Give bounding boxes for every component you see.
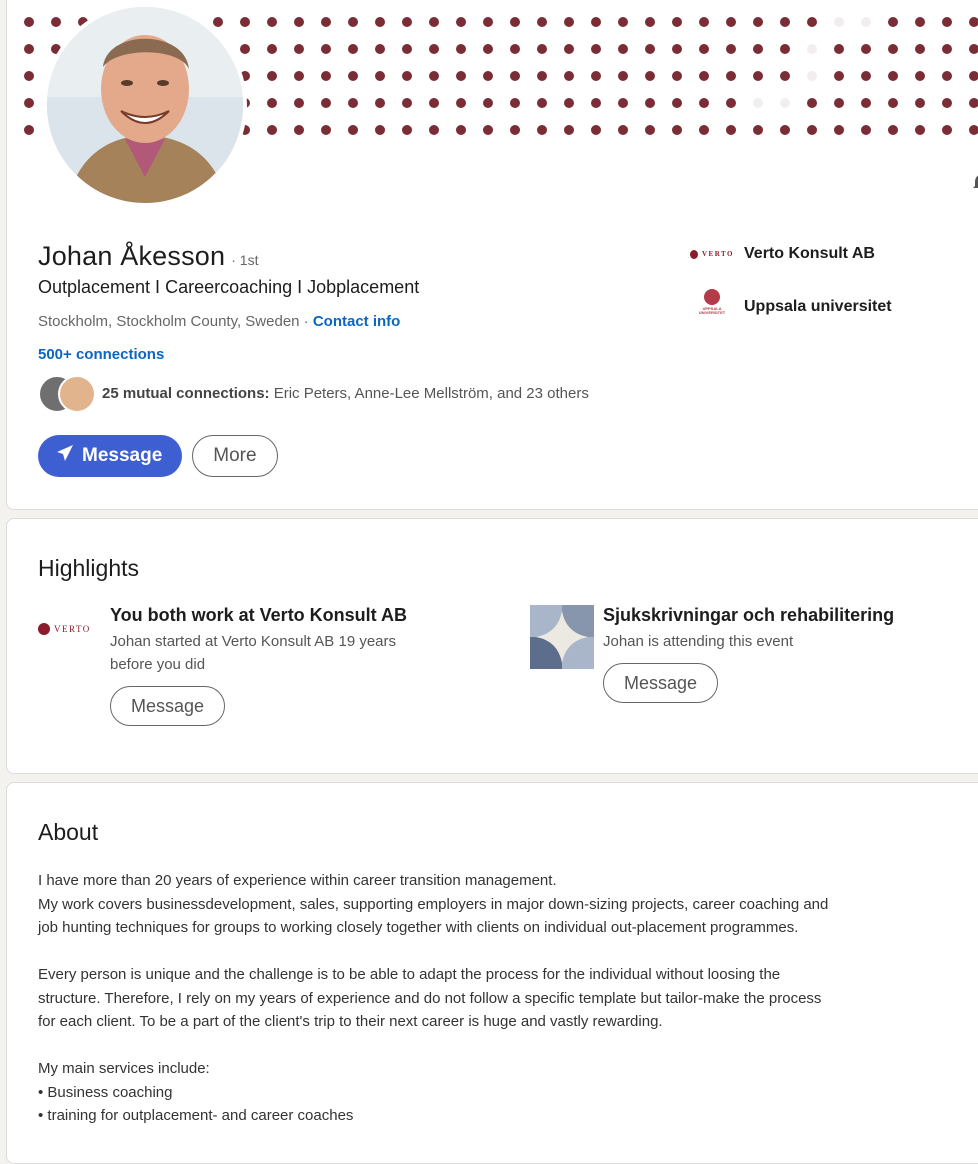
about-title: About	[38, 819, 99, 845]
company-name: Verto Konsult AB	[744, 245, 875, 262]
highlight-message-button[interactable]: Message	[110, 686, 226, 726]
highlights-card: Highlights VERTO You both work at Verto …	[6, 518, 978, 774]
contact-info-link[interactable]: Contact info	[313, 313, 401, 330]
profile-actions: Message More	[38, 435, 278, 477]
connection-degree: · 1st	[231, 252, 259, 268]
send-icon	[56, 444, 74, 468]
avatar-image	[47, 7, 243, 203]
profile-location: Stockholm, Stockholm County, Sweden ·	[38, 313, 313, 330]
uppsala-logo: UPPSALA UNIVERSITET	[690, 289, 734, 325]
more-button[interactable]: More	[192, 435, 278, 477]
profile-location-row: Stockholm, Stockholm County, Sweden · Co…	[38, 313, 400, 330]
verto-logo: VERTO	[690, 249, 734, 259]
name-row: Johan Åkesson · 1st	[38, 241, 258, 272]
connections-count-link[interactable]: 500+ connections	[38, 346, 164, 363]
highlight-subtitle: Johan started at Verto Konsult AB 19 yea…	[110, 633, 397, 673]
mutual-names: Eric Peters, Anne-Lee Mellström, and 23 …	[269, 384, 589, 402]
about-card: About I have more than 20 years of exper…	[6, 782, 978, 1164]
highlight-message-button[interactable]: Message	[603, 663, 719, 703]
current-company-link[interactable]: VERTO Verto Konsult AB	[690, 245, 875, 263]
bell-icon[interactable]	[971, 173, 978, 193]
mutual-connections-link[interactable]: 25 mutual connections: Eric Peters, Anne…	[38, 375, 589, 413]
verto-logo: VERTO	[38, 623, 104, 635]
about-text: I have more than 20 years of experience …	[38, 872, 829, 1124]
highlight-title: Sjukskrivningar och rehabilitering	[603, 605, 895, 625]
highlights-title: Highlights	[38, 555, 139, 581]
mutual-avatar	[58, 375, 96, 413]
school-name: Uppsala universitet	[744, 298, 892, 315]
profile-name: Johan Åkesson	[38, 241, 226, 271]
profile-card: Johan Åkesson · 1st Outplacement I Caree…	[6, 0, 978, 510]
message-button[interactable]: Message	[38, 435, 183, 477]
highlight-title: You both work at Verto Konsult AB	[110, 605, 407, 625]
highlight-subtitle: Johan is attending this event	[603, 633, 794, 650]
education-link[interactable]: UPPSALA UNIVERSITET Uppsala universitet	[690, 289, 892, 325]
profile-headline: Outplacement I Careercoaching I Jobplace…	[38, 277, 420, 297]
event-logo	[530, 605, 594, 669]
message-button-label: Message	[82, 445, 163, 466]
profile-avatar[interactable]	[43, 3, 247, 207]
mutual-avatars	[38, 375, 96, 413]
mutual-count: 25 mutual connections:	[102, 384, 270, 402]
